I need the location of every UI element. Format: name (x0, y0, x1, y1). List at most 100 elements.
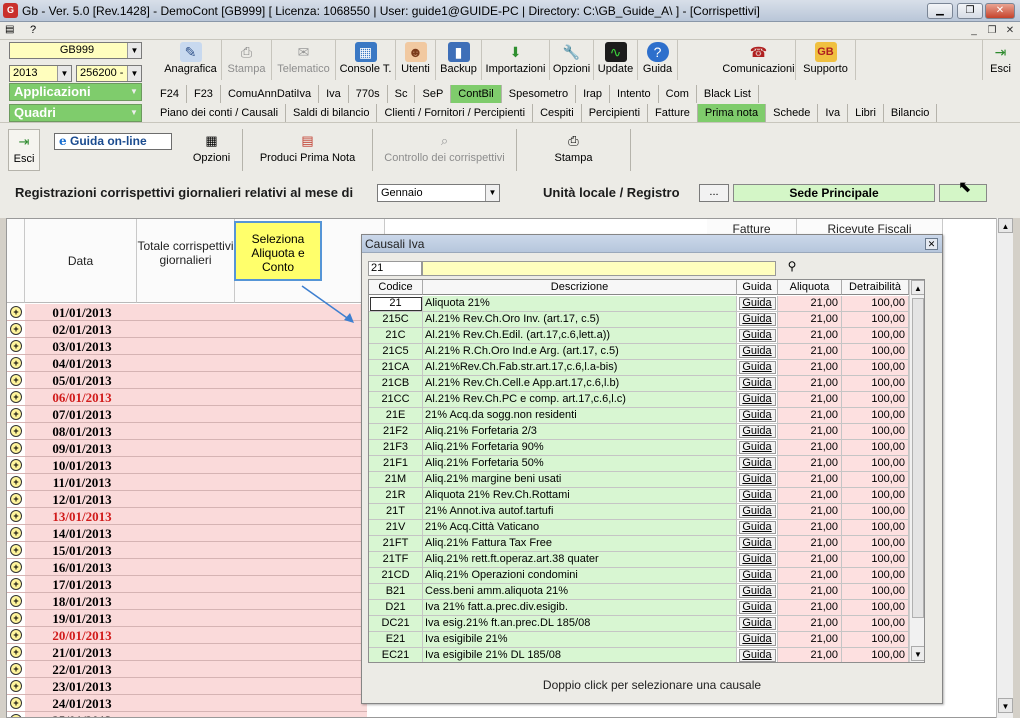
menu-item-9[interactable]: Irap (576, 85, 611, 103)
table-row[interactable]: E21 Iva esigibile 21% Guida 21,00 100,00 (369, 632, 909, 648)
aliquota-cell[interactable]: 21,00 (778, 408, 842, 424)
totale-cell[interactable] (137, 389, 367, 405)
binoculars-icon[interactable]: ⚲ (783, 259, 801, 275)
detraibilita-cell[interactable]: 100,00 (842, 504, 909, 520)
codice-cell[interactable]: 21T (369, 504, 423, 520)
descrizione-cell[interactable]: 21% Acq.da sogg.non residenti (423, 408, 737, 424)
guida-link-button[interactable]: Guida (738, 393, 776, 406)
descrizione-cell[interactable]: Al.21% Rev.Ch.PC e comp. art.17,c.6,l.c) (423, 392, 737, 408)
opzioni-button[interactable]: 🔧 Opzioni (550, 40, 594, 80)
expand-icon[interactable]: + (10, 425, 22, 437)
descrizione-cell[interactable]: Iva esig.21% ft.an.prec.DL 185/08 (423, 616, 737, 632)
date-row[interactable]: +20/01/2013 (7, 627, 367, 644)
date-row[interactable]: +09/01/2013 (7, 440, 367, 457)
applicazioni-select[interactable]: Applicazioni ▼ (9, 83, 142, 101)
aliquota-cell[interactable]: 21,00 (778, 568, 842, 584)
guida-link-button[interactable]: Guida (738, 521, 776, 534)
totale-cell[interactable] (137, 457, 367, 473)
guida-link-button[interactable]: Guida (738, 473, 776, 486)
detraibilita-cell[interactable]: 100,00 (842, 312, 909, 328)
minimize-button[interactable]: ▁ (927, 3, 953, 19)
aliquota-cell[interactable]: 21,00 (778, 472, 842, 488)
table-row[interactable]: 21CA Al.21%Rev.Ch.Fab.str.art.17,c.6,l.a-… (369, 360, 909, 376)
scroll-down-icon[interactable]: ▼ (911, 646, 924, 661)
totale-cell[interactable] (137, 576, 367, 592)
mdi-minimize-button[interactable]: _ (966, 24, 982, 38)
totale-cell[interactable] (137, 610, 367, 626)
col-aliquota[interactable]: Aliquota (778, 280, 842, 295)
expand-icon[interactable]: + (10, 612, 22, 624)
expand-icon[interactable]: + (10, 527, 22, 539)
aliquota-cell[interactable]: 21,00 (778, 456, 842, 472)
expand-icon[interactable]: + (10, 680, 22, 692)
guida-link-button[interactable]: Guida (738, 569, 776, 582)
menu-item-4[interactable]: 770s (349, 85, 388, 103)
totale-cell[interactable] (137, 695, 367, 711)
totale-cell[interactable] (137, 627, 367, 643)
date-row[interactable]: +14/01/2013 (7, 525, 367, 542)
submenu-item-6[interactable]: Prima nota (697, 104, 767, 122)
codice-cell[interactable]: 21F1 (369, 456, 423, 472)
guida-link-button[interactable]: Guida (738, 329, 776, 342)
menu-item-2[interactable]: ComuAnnDatiIva (221, 85, 320, 103)
codice-cell[interactable]: 21M (369, 472, 423, 488)
company-select[interactable]: GB999 ▼ (9, 42, 142, 59)
totale-cell[interactable] (137, 440, 367, 456)
guida-link-button[interactable]: Guida (738, 361, 776, 374)
year-select[interactable]: 2013 ▼ (9, 65, 72, 82)
date-row[interactable]: +04/01/2013 (7, 355, 367, 372)
detraibilita-cell[interactable]: 100,00 (842, 296, 909, 312)
opzioni-sub-button[interactable]: ▦ Opzioni (181, 129, 243, 171)
date-row[interactable]: +16/01/2013 (7, 559, 367, 576)
submenu-item-4[interactable]: Percipienti (582, 104, 649, 122)
expand-icon[interactable]: + (10, 476, 22, 488)
table-row[interactable]: EC21 Iva esigibile 21% DL 185/08 Guida 21,0… (369, 648, 909, 662)
date-row[interactable]: +03/01/2013 (7, 338, 367, 355)
aliquota-cell[interactable]: 21,00 (778, 520, 842, 536)
codice-cell[interactable]: 21FT (369, 536, 423, 552)
expand-icon[interactable]: + (10, 306, 22, 318)
codice-cell[interactable]: 215C (369, 312, 423, 328)
totale-cell[interactable] (137, 355, 367, 371)
totale-cell[interactable] (137, 406, 367, 422)
date-row[interactable]: +13/01/2013 (7, 508, 367, 525)
descrizione-cell[interactable]: Aliq.21% rett.ft.operaz.art.38 quater (423, 552, 737, 568)
guida-link-button[interactable]: Guida (738, 585, 776, 598)
expand-icon[interactable]: + (10, 663, 22, 675)
descrizione-cell[interactable]: Al.21% Rev.Ch.Edil. (art.17,c.6,lett.a)) (423, 328, 737, 344)
guida-link-button[interactable]: Guida (738, 505, 776, 518)
totale-cell[interactable] (137, 644, 367, 660)
detraibilita-cell[interactable]: 100,00 (842, 600, 909, 616)
aliquota-cell[interactable]: 21,00 (778, 600, 842, 616)
menu-item-7[interactable]: ContBil (451, 85, 502, 103)
menu-item-3[interactable]: Iva (319, 85, 349, 103)
codice-cell[interactable]: 21CA (369, 360, 423, 376)
esci-top-button[interactable]: ⇥ Esci (982, 40, 1018, 80)
guida-link-button[interactable]: Guida (738, 633, 776, 646)
aliquota-cell[interactable]: 21,00 (778, 616, 842, 632)
descrizione-cell[interactable]: Aliq.21% Operazioni condomini (423, 568, 737, 584)
detraibilita-cell[interactable]: 100,00 (842, 456, 909, 472)
aliquota-cell[interactable]: 21,00 (778, 360, 842, 376)
codice-cell[interactable]: 21E (369, 408, 423, 424)
month-select[interactable]: Gennaio ▼ (377, 184, 500, 202)
menu-item-10[interactable]: Intento (610, 85, 659, 103)
codice-cell[interactable]: 21V (369, 520, 423, 536)
menu-item-1[interactable]: F23 (187, 85, 221, 103)
esci-button[interactable]: ⇥ Esci (8, 129, 40, 171)
detraibilita-cell[interactable]: 100,00 (842, 392, 909, 408)
table-row[interactable]: 21R Aliquota 21% Rev.Ch.Rottami Guida 21,00… (369, 488, 909, 504)
detraibilita-cell[interactable]: 100,00 (842, 376, 909, 392)
expand-icon[interactable]: + (10, 595, 22, 607)
table-row[interactable]: 21CB Al.21% Rev.Ch.Cell.e App.art.17,c.6,… (369, 376, 909, 392)
descrizione-cell[interactable]: Al.21% R.Ch.Oro Ind.e Arg. (art.17, c.5) (423, 344, 737, 360)
codice-cell[interactable]: 21R (369, 488, 423, 504)
submenu-item-8[interactable]: Iva (818, 104, 849, 122)
backup-button[interactable]: ▮ Backup (436, 40, 482, 80)
date-row[interactable]: +18/01/2013 (7, 593, 367, 610)
utenti-button[interactable]: ☻ Utenti (396, 40, 436, 80)
comunicazioni-button[interactable]: ☎ Comunicazioni (722, 40, 796, 80)
guida-link-button[interactable]: Guida (738, 441, 776, 454)
codice-cell[interactable]: 21CC (369, 392, 423, 408)
date-row[interactable]: +25/01/2013 (7, 712, 367, 717)
